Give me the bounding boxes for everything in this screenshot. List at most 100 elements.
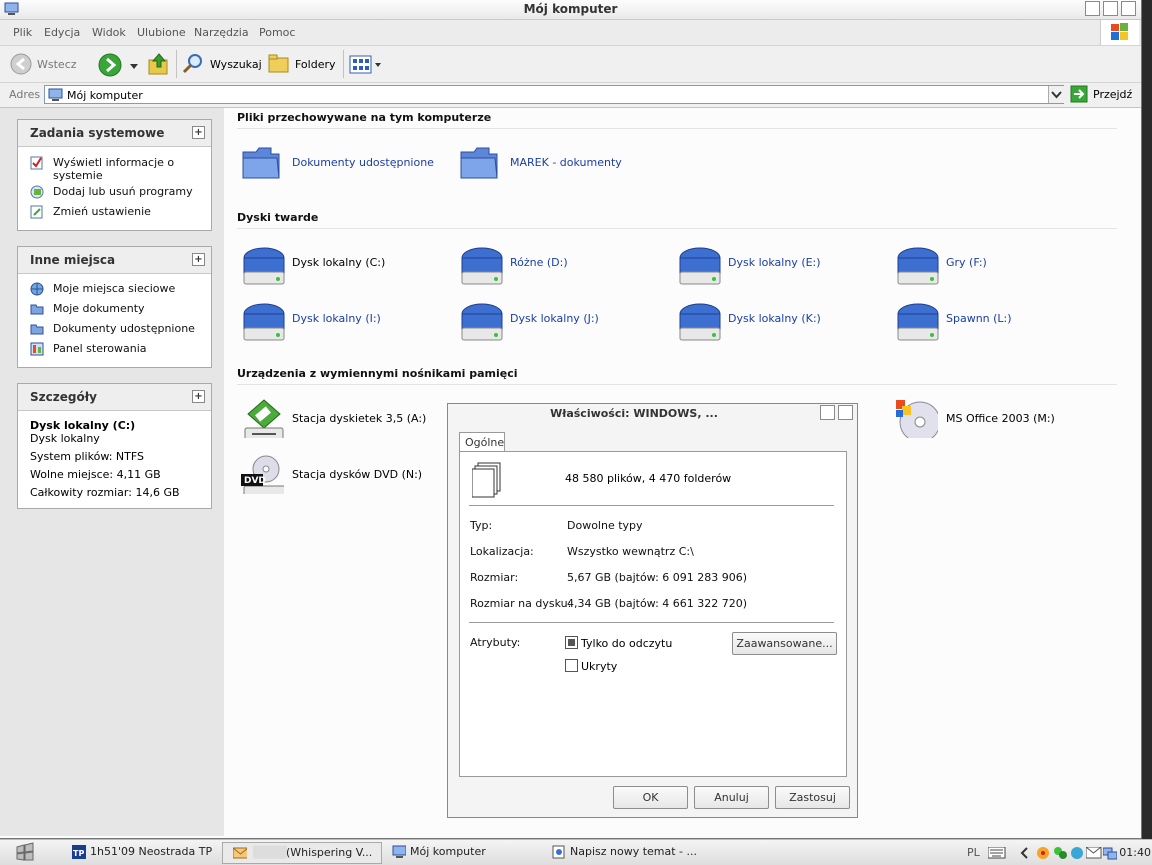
task-label: Wyświetl informacje o systemie <box>53 156 175 182</box>
tab-general[interactable]: Ogólne <box>459 432 505 452</box>
item-label: MS Office 2003 (M:) <box>946 412 1055 425</box>
forward-button[interactable] <box>98 53 122 77</box>
readonly-checkbox-row[interactable]: Tylko do odczytu <box>565 636 705 651</box>
up-folder-button[interactable] <box>147 51 171 77</box>
drive-f[interactable]: Gry (F:) <box>892 240 1092 292</box>
collapse-icon[interactable]: + <box>192 126 205 139</box>
drive-m-cd[interactable]: MS Office 2003 (M:) <box>892 396 1102 448</box>
windows-flag-icon <box>16 842 34 861</box>
menu-bar: Plik Edycja Widok Ulubione Narzędzia Pom… <box>0 20 1141 46</box>
drive-i[interactable]: Dysk lokalny (I:) <box>238 296 438 348</box>
dvd-badge: DVD <box>244 476 266 486</box>
drive-l[interactable]: Spawnn (L:) <box>892 296 1092 348</box>
details-filesystem: System plików: NTFS <box>30 450 144 463</box>
chevron-left-icon[interactable] <box>1020 847 1030 859</box>
tp-icon: TP <box>72 845 86 859</box>
hidden-checkbox[interactable] <box>565 659 578 672</box>
prop-label-type: Typ: <box>470 519 493 532</box>
dialog-help-button[interactable] <box>820 405 835 420</box>
mail-tray-icon[interactable] <box>1086 847 1102 859</box>
details-type: Dysk lokalny <box>30 432 100 445</box>
section-title-removable: Urządzenia z wymiennymi nośnikami pamięc… <box>237 367 518 380</box>
drive-c[interactable]: Dysk lokalny (C:) <box>238 240 438 292</box>
system-tasks-header[interactable]: Zadania systemowe + <box>18 120 211 147</box>
item-marek-documents[interactable]: MAREK - dokumenty <box>456 140 656 192</box>
drive-k[interactable]: Dysk lokalny (K:) <box>674 296 874 348</box>
drive-n-dvd[interactable]: DVD Stacja dysków DVD (N:) <box>238 452 448 504</box>
item-label: Dysk lokalny (J:) <box>510 312 599 325</box>
item-label: Stacja dyskietek 3,5 (A:) <box>292 412 427 425</box>
menu-file[interactable]: Plik <box>13 26 32 39</box>
cancel-button[interactable]: Anuluj <box>694 786 769 809</box>
clock[interactable]: 01:40 <box>1111 846 1151 859</box>
menu-favorites[interactable]: Ulubione <box>137 26 186 39</box>
address-value: Mój komputer <box>67 89 143 102</box>
keyboard-icon[interactable] <box>988 847 1006 859</box>
language-indicator[interactable]: PL <box>967 846 980 859</box>
item-label: Różne (D:) <box>510 256 568 269</box>
readonly-checkbox[interactable] <box>565 636 578 649</box>
antivirus-tray-icon[interactable] <box>1036 846 1050 860</box>
ok-button[interactable]: OK <box>613 786 688 809</box>
menu-help[interactable]: Pomoc <box>259 26 295 39</box>
details-name: Dysk lokalny (C:) <box>30 419 136 432</box>
taskbar-item-my-computer[interactable]: Mój komputer <box>392 842 532 862</box>
other-places-panel: Inne miejsca + Moje miejsca sieciowe Moj… <box>17 246 212 368</box>
change-setting-icon <box>30 205 43 219</box>
address-label: Adres <box>9 88 41 101</box>
item-label: Gry (F:) <box>946 256 987 269</box>
item-label: Stacja dysków DVD (N:) <box>292 468 423 481</box>
drive-d[interactable]: Różne (D:) <box>456 240 656 292</box>
drive-a-floppy[interactable]: Stacja dyskietek 3,5 (A:) <box>238 396 448 448</box>
other-places-header[interactable]: Inne miejsca + <box>18 247 211 274</box>
search-button[interactable]: Wyszukaj <box>182 51 262 77</box>
section-title-drives: Dyski twarde <box>237 211 319 224</box>
drive-e[interactable]: Dysk lokalny (E:) <box>674 240 874 292</box>
place-label: Moje dokumenty <box>53 302 145 315</box>
item-label: MAREK - dokumenty <box>510 156 622 169</box>
close-button[interactable] <box>1121 1 1136 16</box>
back-arrow-icon <box>10 53 32 75</box>
address-dropdown-button[interactable] <box>1048 86 1064 103</box>
drive-j[interactable]: Dysk lokalny (J:) <box>456 296 656 348</box>
views-button[interactable] <box>349 54 383 76</box>
title-bar[interactable]: Mój komputer <box>0 0 1141 20</box>
windows-logo-icon <box>1100 20 1139 45</box>
menu-tools[interactable]: Narzędzia <box>194 26 249 39</box>
collapse-icon[interactable]: + <box>192 253 205 266</box>
go-button[interactable]: Przejdź <box>1070 85 1134 104</box>
place-label: Dokumenty udostępnione <box>53 322 195 335</box>
back-button[interactable]: Wstecz <box>10 52 80 76</box>
folder-icon <box>30 304 44 315</box>
maximize-button[interactable] <box>1103 1 1118 16</box>
item-label: Dysk lokalny (E:) <box>728 256 821 269</box>
forward-arrow-icon <box>98 53 122 77</box>
folders-button[interactable]: Foldery <box>268 51 338 77</box>
details-panel: Szczegóły + Dysk lokalny (C:) Dysk lokal… <box>17 383 212 509</box>
taskbar-item-new-topic[interactable]: Napisz nowy temat - ... <box>552 842 697 862</box>
browser-page-icon <box>552 845 565 859</box>
apply-button[interactable]: Zastosuj <box>775 786 850 809</box>
prop-label-size-on-disk: Rozmiar na dysku: <box>470 597 572 610</box>
address-input[interactable]: Mój komputer <box>44 85 1064 104</box>
hard-drive-icon <box>461 303 503 341</box>
advanced-button[interactable]: Zaawansowane... <box>732 632 837 655</box>
details-header[interactable]: Szczegóły + <box>18 384 211 411</box>
start-button[interactable] <box>14 842 40 862</box>
phone-tray-icon[interactable] <box>1070 846 1084 860</box>
prop-value-size: 5,67 GB (bajtów: 6 091 283 906) <box>567 571 748 584</box>
place-label: Panel sterowania <box>53 342 147 355</box>
minimize-button[interactable] <box>1085 1 1100 16</box>
taskbar-item-mail[interactable]: ████ (Whispering V... <box>222 842 382 864</box>
details-total-size: Całkowity rozmiar: 14,6 GB <box>30 486 180 499</box>
taskbar-item-neostrada[interactable]: TP 1h51'09 Neostrada TP <box>72 842 212 862</box>
messenger-tray-icon[interactable] <box>1053 846 1067 860</box>
hidden-checkbox-row[interactable]: Ukryty <box>565 659 665 674</box>
forward-dropdown-icon[interactable] <box>130 60 138 69</box>
menu-view[interactable]: Widok <box>92 26 126 39</box>
menu-edit[interactable]: Edycja <box>44 26 80 39</box>
place-label: Moje miejsca sieciowe <box>53 282 176 295</box>
item-shared-documents[interactable]: Dokumenty udostępnione <box>238 140 438 192</box>
collapse-icon[interactable]: + <box>192 390 205 403</box>
dialog-close-button[interactable] <box>838 405 853 420</box>
